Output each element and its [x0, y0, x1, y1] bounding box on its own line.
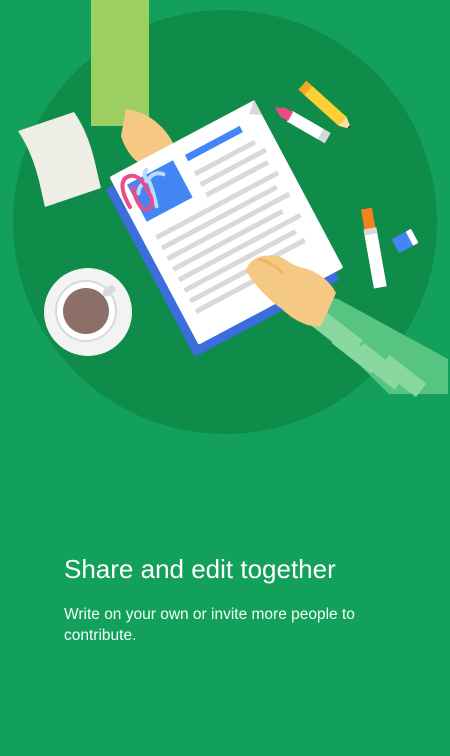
onboarding-illustration — [13, 0, 448, 434]
onboarding-copy: Share and edit together Write on your ow… — [64, 552, 414, 646]
onboarding-title: Share and edit together — [64, 554, 336, 584]
onboarding-screen: Share and edit together Write on your ow… — [0, 0, 450, 756]
coffee-cup-icon — [44, 268, 132, 356]
onboarding-subtitle: Write on your own or invite more people … — [64, 606, 355, 644]
